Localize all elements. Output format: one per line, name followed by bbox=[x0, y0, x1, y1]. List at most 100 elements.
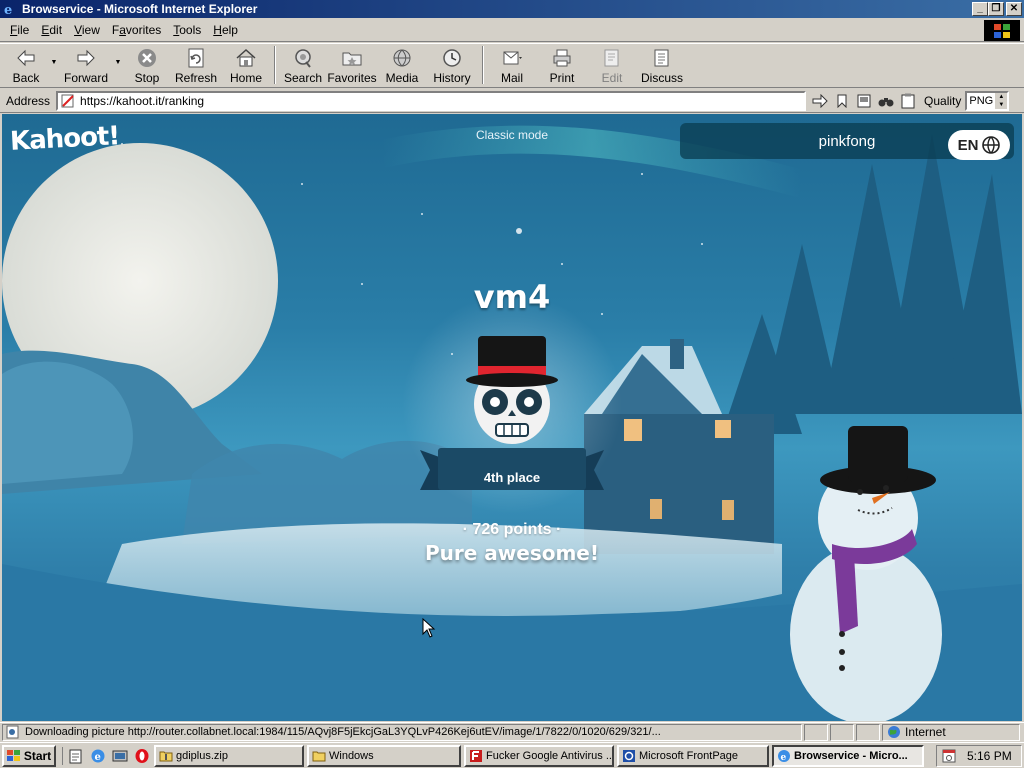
opera-icon[interactable] bbox=[133, 747, 151, 765]
close-button[interactable]: ✕ bbox=[1006, 2, 1022, 16]
discuss-button[interactable]: Discuss bbox=[636, 44, 688, 86]
menu-view[interactable]: View bbox=[68, 23, 106, 37]
back-label: Back bbox=[12, 71, 40, 85]
username-pill: pinkfong EN bbox=[680, 123, 1014, 160]
favorites-folder-icon bbox=[342, 52, 362, 66]
address-input[interactable]: https://kahoot.it/ranking bbox=[56, 90, 807, 111]
forward-arrow-icon bbox=[77, 49, 95, 67]
ie-quicklaunch-icon[interactable]: e bbox=[89, 747, 107, 765]
task-label: Fucker Google Antivirus ... bbox=[486, 749, 614, 762]
home-button[interactable]: Home bbox=[222, 44, 270, 86]
notepad-icon[interactable] bbox=[67, 747, 85, 765]
address-url: https://kahoot.it/ranking bbox=[80, 93, 205, 108]
taskbar: Start e gdiplus.zip Windows Fucker Googl… bbox=[0, 742, 1024, 768]
home-icon bbox=[236, 48, 256, 67]
media-label: Media bbox=[385, 71, 419, 85]
edit-label: Edit bbox=[601, 71, 623, 85]
toolbar-separator bbox=[482, 46, 484, 84]
language-button[interactable]: EN bbox=[948, 130, 1010, 160]
menu-tools[interactable]: Tools bbox=[167, 23, 207, 37]
status-cell bbox=[830, 723, 854, 741]
toolbar: Back ▼ Forward ▼ Stop Refresh Home Searc… bbox=[0, 43, 1024, 88]
stop-button[interactable]: Stop bbox=[124, 44, 170, 86]
zone-label: Internet bbox=[905, 725, 946, 739]
mail-icon bbox=[503, 51, 522, 65]
menu-bar: File Edit View Favorites Tools Help bbox=[0, 19, 1024, 42]
menu-edit[interactable]: Edit bbox=[35, 23, 68, 37]
start-button[interactable]: Start bbox=[2, 744, 56, 767]
discuss-label: Discuss bbox=[640, 71, 683, 85]
back-arrow-icon bbox=[17, 49, 35, 67]
task-label: gdiplus.zip bbox=[176, 749, 228, 762]
status-text-panel: Downloading picture http://router.collab… bbox=[2, 723, 802, 741]
place-label: 4th place bbox=[483, 470, 541, 485]
winter-scene-background bbox=[2, 125, 1022, 721]
language-code: EN bbox=[957, 136, 979, 154]
globe-icon bbox=[982, 136, 1001, 154]
bookmark-icon[interactable] bbox=[834, 93, 850, 109]
page-view-icon[interactable] bbox=[856, 93, 872, 109]
explorer-icon[interactable] bbox=[111, 747, 129, 765]
forward-dropdown-icon[interactable]: ▼ bbox=[112, 44, 124, 86]
go-arrow-icon[interactable] bbox=[812, 93, 828, 109]
task-browservice[interactable]: e Browservice - Micro... bbox=[772, 744, 924, 767]
print-button[interactable]: Print bbox=[536, 44, 588, 86]
mail-button[interactable]: Mail bbox=[488, 44, 536, 86]
favorites-button[interactable]: Favorites bbox=[326, 44, 378, 86]
broken-page-icon bbox=[61, 94, 74, 107]
task-frontpage[interactable]: Microsoft FrontPage bbox=[617, 744, 769, 767]
printer-icon bbox=[553, 49, 571, 67]
restore-button[interactable]: ❐ bbox=[988, 2, 1004, 16]
task-antivirus[interactable]: Fucker Google Antivirus ... bbox=[464, 744, 614, 767]
mail-label: Mail bbox=[500, 71, 523, 85]
task-label: Microsoft FrontPage bbox=[639, 749, 739, 762]
media-button[interactable]: Media bbox=[378, 44, 426, 86]
quality-select[interactable]: PNG ▲ ▼ bbox=[965, 90, 1010, 111]
forward-button[interactable]: Forward bbox=[60, 44, 112, 86]
back-button[interactable]: Back bbox=[4, 44, 48, 86]
task-gdiplus-zip[interactable]: gdiplus.zip bbox=[154, 744, 304, 767]
antivirus-icon bbox=[470, 749, 482, 762]
ie-icon: e bbox=[4, 3, 12, 16]
print-label: Print bbox=[549, 71, 575, 85]
quality-value: PNG bbox=[969, 94, 994, 107]
svg-text:e: e bbox=[95, 752, 101, 763]
title-bar: e Browservice - Microsoft Internet Explo… bbox=[0, 0, 1024, 18]
points-label: · 726 points · bbox=[462, 521, 562, 538]
task-windows-folder[interactable]: Windows bbox=[307, 744, 461, 767]
forward-label: Forward bbox=[63, 71, 108, 85]
media-globe-icon bbox=[393, 49, 411, 67]
menu-file[interactable]: File bbox=[4, 23, 35, 37]
zip-folder-icon bbox=[159, 751, 173, 761]
menu-help[interactable]: Help bbox=[207, 23, 244, 37]
praise-label: Pure awesome! bbox=[425, 541, 599, 565]
minimize-button[interactable]: _ bbox=[972, 2, 988, 16]
home-label: Home bbox=[229, 71, 262, 85]
discuss-icon bbox=[654, 49, 669, 67]
stop-label: Stop bbox=[134, 71, 160, 85]
page-viewport[interactable]: Kahoot! Classic mode pinkfong EN vm4 4th… bbox=[2, 114, 1022, 721]
find-binoculars-icon[interactable] bbox=[878, 93, 894, 109]
refresh-button[interactable]: Refresh bbox=[170, 44, 222, 86]
status-text: Downloading picture http://router.collab… bbox=[25, 726, 661, 738]
schedule-tray-icon[interactable] bbox=[941, 748, 957, 764]
back-dropdown-icon[interactable]: ▼ bbox=[48, 44, 60, 86]
menu-favorites[interactable]: Favorites bbox=[106, 23, 167, 37]
edit-page-icon bbox=[604, 49, 619, 67]
window-title: Browservice - Microsoft Internet Explore… bbox=[22, 2, 258, 16]
search-label: Search bbox=[283, 71, 323, 85]
refresh-label: Refresh bbox=[174, 71, 218, 85]
svg-text:e: e bbox=[781, 753, 787, 763]
history-button[interactable]: History bbox=[426, 44, 478, 86]
frontpage-icon bbox=[623, 749, 635, 762]
search-icon bbox=[295, 49, 311, 68]
search-button[interactable]: Search bbox=[280, 44, 326, 86]
system-tray: 5:16 PM bbox=[936, 745, 1022, 767]
edit-button[interactable]: Edit bbox=[588, 44, 636, 86]
quality-spinner-icon[interactable]: ▲ ▼ bbox=[995, 92, 1008, 109]
address-label: Address bbox=[6, 93, 51, 108]
clock[interactable]: 5:16 PM bbox=[967, 749, 1012, 763]
task-label: Windows bbox=[329, 749, 374, 762]
status-cell bbox=[856, 723, 880, 741]
clipboard-icon[interactable] bbox=[900, 93, 916, 109]
